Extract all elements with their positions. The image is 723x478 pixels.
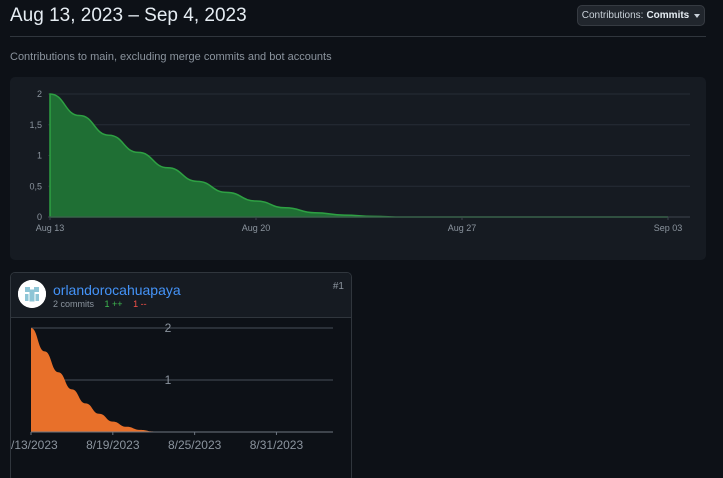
- contributors-page: Aug 13, 2023 – Sep 4, 2023 Contributions…: [0, 0, 723, 478]
- deletions-count: 1 --: [133, 299, 147, 309]
- contributions-label: Contributions:: [581, 10, 644, 21]
- x-tick-label: Aug 13: [36, 223, 65, 233]
- x-tick-label: 8/31/2023: [250, 438, 304, 452]
- main-commits-chart[interactable]: 0 0,5 1 1,5 2 Aug 13 Aug 20 Aug 27 Sep 03: [10, 77, 706, 260]
- contributions-value: Commits: [646, 10, 690, 21]
- x-tick-label: Sep 03: [654, 223, 683, 233]
- x-tick-label: 8/25/2023: [168, 438, 222, 452]
- identicon-avatar[interactable]: [18, 280, 46, 308]
- contributor-card-header: orlandorocahuapaya 2 commits 1 ++ 1 -- #…: [11, 273, 351, 318]
- contributor-stats: 2 commits 1 ++ 1 --: [53, 299, 147, 309]
- y-tick-label: 1: [165, 373, 172, 387]
- y-tick-label: 0,5: [29, 181, 42, 191]
- date-range-title: Aug 13, 2023 – Sep 4, 2023: [10, 5, 247, 26]
- identicon-icon: [18, 280, 46, 308]
- x-tick-label: 8/19/2023: [86, 438, 140, 452]
- y-tick-label: 2: [165, 321, 172, 335]
- main-chart-svg: 0 0,5 1 1,5 2 Aug 13 Aug 20 Aug 27 Sep 03: [29, 89, 690, 233]
- contributor-commits-chart[interactable]: 1 2 8/13/2023 8/19/2023 8/25/2023 8/31/2023: [11, 318, 351, 478]
- x-tick-label: Aug 27: [448, 223, 477, 233]
- caret-down-icon: [694, 13, 701, 18]
- y-tick-label: 0: [37, 212, 42, 222]
- contributor-username-link[interactable]: orlandorocahuapaya: [53, 282, 181, 298]
- x-tick-label: Aug 20: [242, 223, 271, 233]
- header-divider: [10, 36, 706, 37]
- contributions-type-dropdown[interactable]: Contributions: Commits: [577, 5, 705, 26]
- additions-count: 1 ++: [104, 299, 123, 309]
- page-header: Aug 13, 2023 – Sep 4, 2023 Contributions…: [0, 0, 723, 37]
- contributions-subtitle: Contributions to main, excluding merge c…: [10, 51, 332, 63]
- y-tick-label: 2: [37, 89, 42, 99]
- contributor-rank: #1: [332, 281, 344, 292]
- x-tick-label: 8/13/2023: [11, 438, 58, 452]
- y-tick-label: 1: [37, 151, 42, 161]
- y-tick-label: 1,5: [29, 120, 42, 130]
- commit-count: 2 commits: [53, 299, 95, 309]
- contributor-card: orlandorocahuapaya 2 commits 1 ++ 1 -- #…: [10, 272, 352, 478]
